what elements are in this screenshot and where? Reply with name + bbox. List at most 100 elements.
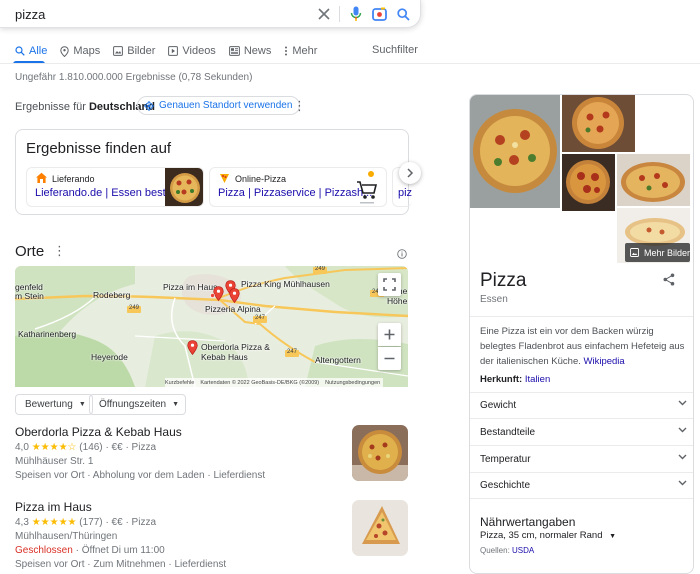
- place-rating-row: 4,0 ★★★★☆ (146) · €€ · Pizza: [15, 442, 410, 453]
- more-images-button[interactable]: Mehr Bilder: [625, 243, 690, 262]
- terms-link[interactable]: Nutzungsbedingungen: [325, 380, 383, 386]
- place-result[interactable]: Oberdorla Pizza & Kebab Haus 4,0 ★★★★☆ (…: [15, 425, 410, 481]
- place-status: Geschlossen · Öffnet Di um 11:00: [15, 545, 410, 556]
- lieferando-logo-icon: [36, 172, 47, 183]
- provider-online-pizza[interactable]: Online-Pizza Pizza | Pizzaservice | Pizz…: [209, 167, 387, 207]
- map-town-label: Rodeberg: [93, 290, 131, 300]
- zoom-out-button[interactable]: [378, 347, 401, 370]
- pizza-image[interactable]: [562, 154, 615, 211]
- place-thumbnail[interactable]: [352, 425, 408, 481]
- nutrition-selector-value: Pizza, 35 cm, normaler Rand: [480, 530, 603, 541]
- chevron-down-icon: [678, 427, 687, 433]
- tab-images[interactable]: Bilder: [113, 43, 155, 59]
- provider-name: Online-Pizza: [235, 174, 287, 184]
- tab-label: Mehr: [292, 45, 318, 57]
- mic-icon[interactable]: [346, 4, 366, 24]
- more-vert-icon[interactable]: ⋮: [293, 98, 306, 114]
- more-images-label: Mehr Bilder: [644, 247, 691, 258]
- country-row: Ergebnisse für Deutschland: [15, 97, 155, 117]
- origin-link[interactable]: Italien: [525, 374, 550, 385]
- more-vert-icon[interactable]: ⋮: [53, 243, 66, 259]
- accordion-label: Temperatur: [480, 454, 531, 465]
- opening-hours-filter[interactable]: Öffnungszeiten ▼: [89, 394, 187, 415]
- provider-name: Lieferando: [52, 174, 95, 184]
- share-icon[interactable]: [663, 273, 675, 289]
- pizza-image[interactable]: [470, 95, 560, 208]
- search-filter-button[interactable]: Suchfilter: [372, 44, 418, 56]
- map-pin-icon[interactable]: [229, 288, 240, 303]
- place-thumbnail[interactable]: [352, 500, 408, 556]
- review-count: (146): [79, 442, 103, 453]
- divider: [0, 63, 700, 64]
- tab-label: Maps: [73, 45, 101, 57]
- chip-label: Öffnungszeiten: [99, 399, 167, 410]
- search-icon[interactable]: [393, 4, 413, 24]
- provider-lieferando[interactable]: Lieferando Lieferando.de | Essen bestell…: [26, 167, 204, 207]
- tab-news[interactable]: News: [228, 43, 271, 59]
- origin-label: Herkunft:: [480, 374, 523, 385]
- tab-label: Videos: [182, 45, 216, 57]
- accordion-label: Geschichte: [480, 480, 531, 491]
- place-name[interactable]: Oberdorla Pizza & Kebab Haus: [15, 425, 410, 439]
- nutrition-selector[interactable]: Pizza, 35 cm, normaler Rand ▼: [480, 530, 616, 541]
- divider: [470, 316, 693, 317]
- fullscreen-button[interactable]: [378, 273, 401, 296]
- pizza-image[interactable]: [562, 95, 635, 152]
- provider-link[interactable]: piz: [398, 187, 412, 199]
- plus-icon: [384, 329, 395, 340]
- origin-row: Herkunft: Italien: [480, 374, 550, 385]
- map-pin-icon[interactable]: [187, 340, 198, 355]
- info-icon[interactable]: [397, 248, 407, 262]
- minus-icon: [384, 357, 395, 360]
- price-category: · €€ · Pizza: [105, 517, 157, 528]
- map-place-label: Pizza King Mühlhausen: [241, 279, 330, 289]
- divider: [470, 498, 693, 499]
- use-location-label: Genauen Standort verwenden: [159, 100, 293, 111]
- map-town-label: Altengottern: [315, 355, 361, 365]
- road-label: 249: [129, 305, 140, 311]
- entity-subtitle: Essen: [480, 294, 508, 305]
- chevron-right-icon: [407, 168, 414, 178]
- rating-stars: ★★★★★: [31, 517, 77, 528]
- tab-more[interactable]: Mehr: [284, 43, 317, 59]
- map-town-label: Heyerode: [91, 352, 128, 362]
- map-place-label: Kebab Haus: [201, 352, 248, 362]
- map-dot-marker[interactable]: [210, 293, 215, 298]
- accordion-weight[interactable]: Gewicht: [480, 400, 687, 411]
- tab-maps[interactable]: Maps: [60, 43, 100, 59]
- opening-time: · Öffnet Di um 11:00: [72, 545, 165, 556]
- road-label: 249: [315, 266, 326, 272]
- chip-label: Bewertung: [25, 399, 73, 410]
- tab-videos[interactable]: Videos: [168, 43, 216, 59]
- accordion-ingredients[interactable]: Bestandteile: [480, 427, 687, 438]
- tab-all[interactable]: Alle: [15, 43, 47, 59]
- pizza-image[interactable]: [617, 154, 690, 206]
- place-address: Mühlhausen/Thüringen: [15, 531, 118, 542]
- accordion-temperature[interactable]: Temperatur: [480, 454, 687, 465]
- clear-icon[interactable]: [314, 4, 334, 24]
- wikipedia-link[interactable]: Wikipedia: [584, 356, 625, 367]
- map-pin-icon: [60, 45, 70, 57]
- place-services: Speisen vor Ort · Abholung vor dem Laden…: [15, 470, 266, 481]
- accordion-history[interactable]: Geschichte: [480, 480, 687, 491]
- use-location-button[interactable]: Genauen Standort verwenden: [137, 96, 301, 115]
- rating-filter[interactable]: Bewertung ▼: [15, 394, 93, 415]
- caret-down-icon: ▼: [78, 401, 86, 408]
- zoom-in-button[interactable]: [378, 323, 401, 346]
- keyboard-shortcuts-link[interactable]: Kurzbefehle: [165, 380, 194, 386]
- places-title: Orte: [15, 243, 45, 260]
- divider: [470, 472, 693, 473]
- provider-link[interactable]: Pizza | Pizzaservice | Pizzash...: [218, 187, 372, 199]
- camera-lens-icon[interactable]: [369, 4, 389, 24]
- next-arrow-button[interactable]: [399, 162, 421, 184]
- places-map[interactable]: 249 249 249 247 247 genfeld m Stein Rode…: [15, 266, 408, 387]
- map-place-label: Oberdorla Pizza &: [201, 342, 270, 352]
- find-results-title: Ergebnisse finden auf: [26, 140, 172, 157]
- place-result[interactable]: Pizza im Haus 4,3 ★★★★★ (177) · €€ · Piz…: [15, 500, 410, 570]
- place-name[interactable]: Pizza im Haus: [15, 500, 410, 514]
- price-category: · €€ · Pizza: [105, 442, 157, 453]
- closed-status: Geschlossen: [15, 545, 73, 556]
- source-link[interactable]: USDA: [512, 546, 534, 555]
- search-input[interactable]: pizza: [15, 7, 45, 22]
- nutrition-title: Nährwertangaben: [480, 515, 576, 529]
